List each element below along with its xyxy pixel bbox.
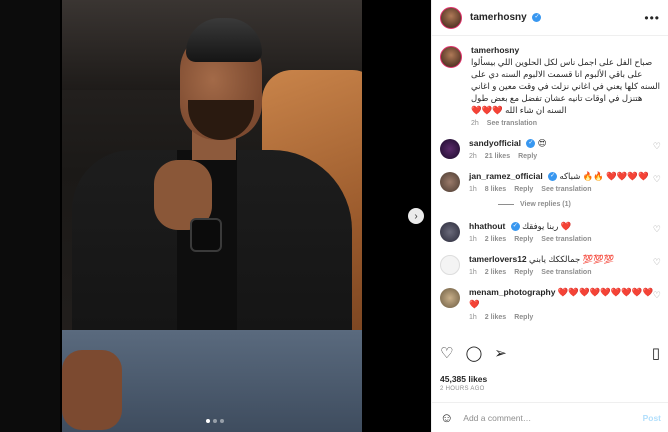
heart-icon[interactable]: ♡: [653, 290, 661, 301]
post-media[interactable]: ›: [0, 0, 431, 432]
post-header: tamerhosny ✓ •••: [432, 0, 668, 36]
see-translation-link[interactable]: See translation: [487, 120, 537, 127]
reply-button[interactable]: Reply: [514, 186, 533, 193]
reply-button[interactable]: Reply: [514, 236, 533, 243]
avatar[interactable]: [440, 255, 460, 275]
avatar[interactable]: [440, 172, 460, 192]
heart-icon[interactable]: ♡: [440, 344, 453, 362]
list-item: hhathout ✓ ربنا يوفقك ❤️ 1h 2 likes Repl…: [432, 220, 668, 243]
heart-icon[interactable]: ♡: [653, 141, 661, 152]
comment-username[interactable]: hhathout: [469, 221, 505, 231]
see-translation-link[interactable]: See translation: [541, 186, 591, 193]
comment-likes[interactable]: 2 likes: [485, 269, 506, 276]
header-username[interactable]: tamerhosny ✓: [470, 12, 542, 23]
caption-username[interactable]: tamerhosny: [471, 45, 519, 55]
see-translation-link[interactable]: See translation: [541, 236, 591, 243]
post-timestamp: 2 HOURS AGO: [440, 386, 485, 392]
post-actions: ♡ ◯ ➢ ▯: [440, 344, 660, 362]
reply-button[interactable]: Reply: [514, 314, 533, 321]
avatar[interactable]: [440, 139, 460, 159]
caption: tamerhosny صباح الفل على اجمل ناس لكل ال…: [432, 44, 668, 127]
caption-meta: 2h See translation: [471, 120, 661, 127]
username-text[interactable]: tamerhosny: [470, 12, 527, 23]
comment-likes[interactable]: 8 likes: [485, 186, 506, 193]
list-item: menam_photography ❤️❤️❤️❤️❤️❤️❤️❤️❤️❤️ 1…: [432, 286, 668, 321]
see-translation-link[interactable]: See translation: [541, 269, 591, 276]
caption-time[interactable]: 2h: [471, 120, 479, 127]
comments-list[interactable]: tamerhosny صباح الفل على اجمل ناس لكل ال…: [432, 36, 668, 340]
avatar[interactable]: [440, 6, 462, 29]
next-image-button[interactable]: ›: [408, 208, 424, 224]
post-sidebar: tamerhosny ✓ ••• tamerhosny صباح الفل عل…: [431, 0, 668, 432]
reply-button[interactable]: Reply: [514, 269, 533, 276]
emoji-icon[interactable]: ☺: [440, 410, 453, 425]
bookmark-icon[interactable]: ▯: [652, 344, 660, 362]
comment-time[interactable]: 1h: [469, 236, 477, 243]
comment-likes[interactable]: 2 likes: [485, 236, 506, 243]
carousel-dot: [213, 419, 217, 423]
carousel-dot: [220, 419, 224, 423]
post-photo[interactable]: [62, 0, 362, 432]
list-item: sandyofficial ✓ 😍 2h 21 likes Reply ♡: [432, 137, 668, 160]
heart-icon[interactable]: ♡: [653, 174, 661, 185]
view-replies-label[interactable]: View replies (1): [520, 201, 571, 208]
comment-text: ربنا يوفقك ❤️: [522, 221, 572, 231]
comment-likes[interactable]: 2 likes: [485, 314, 506, 321]
comment-username[interactable]: sandyofficial: [469, 138, 521, 148]
verified-icon: ✓: [532, 12, 542, 22]
share-icon[interactable]: ➢: [494, 344, 507, 362]
avatar[interactable]: [440, 222, 460, 242]
chevron-right-icon: ›: [414, 210, 418, 222]
verified-icon: ✓: [526, 139, 536, 149]
comment-icon[interactable]: ◯: [465, 344, 482, 362]
comment-input[interactable]: Add a comment…: [463, 413, 531, 423]
comment-likes[interactable]: 21 likes: [485, 153, 510, 160]
avatar[interactable]: [440, 46, 462, 68]
caption-text: tamerhosny صباح الفل على اجمل ناس لكل ال…: [471, 44, 661, 116]
list-item: tamerlovers12 جمالككك يابني 💯💯💯 1h 2 lik…: [432, 253, 668, 276]
verified-icon: ✓: [548, 172, 558, 182]
avatar[interactable]: [440, 288, 460, 308]
media-letterbox-left: [0, 0, 60, 432]
post-button[interactable]: Post: [643, 413, 661, 423]
likes-count[interactable]: 45,385 likes: [440, 374, 487, 384]
heart-icon[interactable]: ♡: [653, 257, 661, 268]
view-replies-button[interactable]: View replies (1): [498, 201, 668, 208]
comment-time[interactable]: 1h: [469, 186, 477, 193]
list-item: jan_ramez_official ✓ شباكه 🔥🔥 ❤️❤️❤️❤️ 1…: [432, 170, 668, 193]
carousel-dots: [206, 419, 224, 423]
caption-body: صباح الفل على اجمل ناس لكل الحلوين اللي …: [471, 57, 661, 115]
verified-icon: ✓: [510, 222, 520, 232]
comment-time[interactable]: 1h: [469, 314, 477, 321]
reply-button[interactable]: Reply: [518, 153, 537, 160]
comment-text: شباكه 🔥🔥 ❤️❤️❤️❤️: [559, 171, 649, 181]
add-comment-bar: ☺ Add a comment… Post: [432, 402, 668, 432]
more-options-icon[interactable]: •••: [644, 11, 660, 25]
divider: [498, 204, 514, 205]
comment-time[interactable]: 1h: [469, 269, 477, 276]
comment-username[interactable]: jan_ramez_official: [469, 171, 543, 181]
comment-username[interactable]: tamerlovers12: [469, 254, 527, 264]
comment-text: 😍: [537, 138, 547, 148]
comment-time[interactable]: 2h: [469, 153, 477, 160]
comment-username[interactable]: menam_photography: [469, 287, 555, 297]
photo-hand-lower: [62, 350, 122, 430]
heart-icon[interactable]: ♡: [653, 224, 661, 235]
photo-watch: [190, 218, 222, 252]
comment-text: جمالككك يابني 💯💯💯: [529, 254, 615, 264]
carousel-dot-active: [206, 419, 210, 423]
